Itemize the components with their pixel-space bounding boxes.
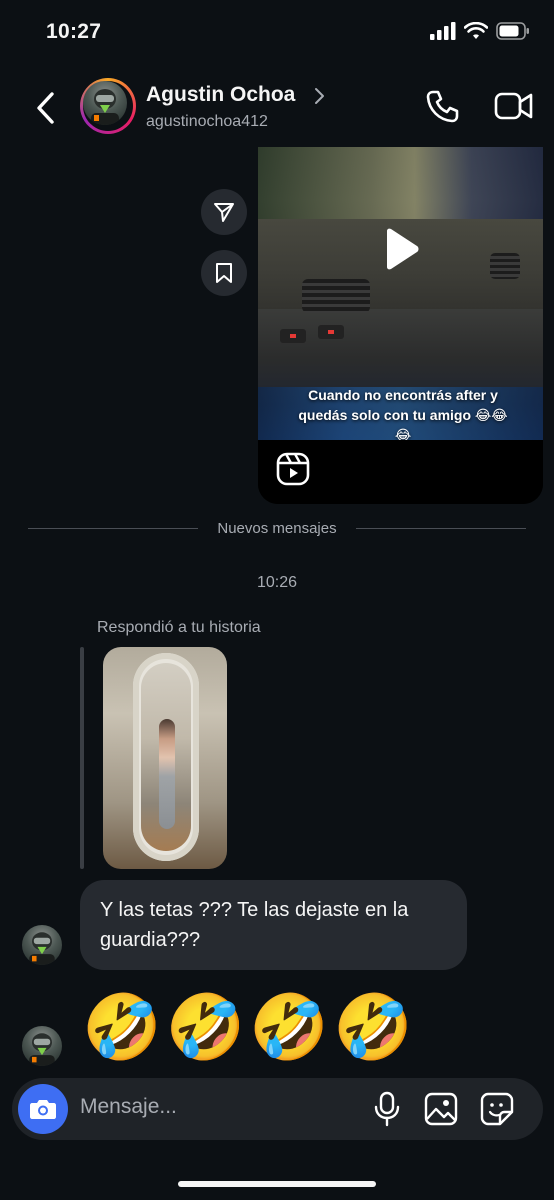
story-thumbnail[interactable] bbox=[103, 647, 227, 869]
sender-avatar[interactable] bbox=[22, 1026, 62, 1066]
gallery-icon[interactable] bbox=[424, 1092, 458, 1126]
story-reply-label: Respondió a tu historia bbox=[97, 619, 261, 636]
header-avatar[interactable] bbox=[80, 78, 136, 134]
new-messages-label: Nuevos mensajes bbox=[205, 520, 349, 537]
message-timestamp: 10:26 bbox=[256, 574, 298, 591]
emoji-message[interactable]: 🤣🤣🤣🤣 bbox=[82, 990, 417, 1066]
bookmark-icon bbox=[216, 263, 232, 283]
play-icon[interactable] bbox=[381, 227, 421, 271]
chevron-right-icon[interactable] bbox=[312, 86, 326, 106]
microphone-icon[interactable] bbox=[372, 1091, 402, 1127]
reels-icon bbox=[276, 452, 310, 486]
battery-icon bbox=[496, 22, 529, 40]
avatar-photo bbox=[29, 1033, 55, 1066]
status-icons bbox=[430, 22, 530, 40]
phone-call-icon[interactable] bbox=[424, 88, 460, 124]
avatar-photo bbox=[29, 932, 55, 965]
shared-reel[interactable]: Cuando no encontrás after y quedás solo … bbox=[258, 147, 543, 504]
message-input[interactable] bbox=[80, 1095, 360, 1119]
message-bubble[interactable]: Y las tetas ??? Te las dejaste en la gua… bbox=[80, 880, 467, 970]
reel-caption: Cuando no encontrás after y quedás solo … bbox=[298, 387, 508, 443]
save-button[interactable] bbox=[201, 250, 247, 296]
back-arrow-icon[interactable] bbox=[30, 88, 62, 128]
contact-username[interactable]: agustinochoa412 bbox=[146, 113, 268, 131]
message-composer bbox=[12, 1078, 543, 1140]
share-button[interactable] bbox=[201, 189, 247, 235]
video-call-icon[interactable] bbox=[494, 90, 534, 122]
contact-name[interactable]: Agustin Ochoa bbox=[146, 83, 295, 107]
camera-button[interactable] bbox=[18, 1084, 68, 1134]
camera-icon bbox=[30, 1100, 56, 1119]
home-indicator[interactable] bbox=[178, 1181, 376, 1187]
sender-avatar[interactable] bbox=[22, 925, 62, 965]
story-photo bbox=[133, 653, 199, 861]
avatar-photo bbox=[91, 89, 119, 125]
sticker-icon[interactable] bbox=[480, 1092, 514, 1126]
send-icon bbox=[214, 203, 234, 222]
status-time: 10:27 bbox=[46, 20, 102, 43]
reply-bar bbox=[80, 647, 84, 869]
wifi-icon bbox=[464, 22, 488, 39]
cellular-signal-icon bbox=[430, 22, 456, 40]
